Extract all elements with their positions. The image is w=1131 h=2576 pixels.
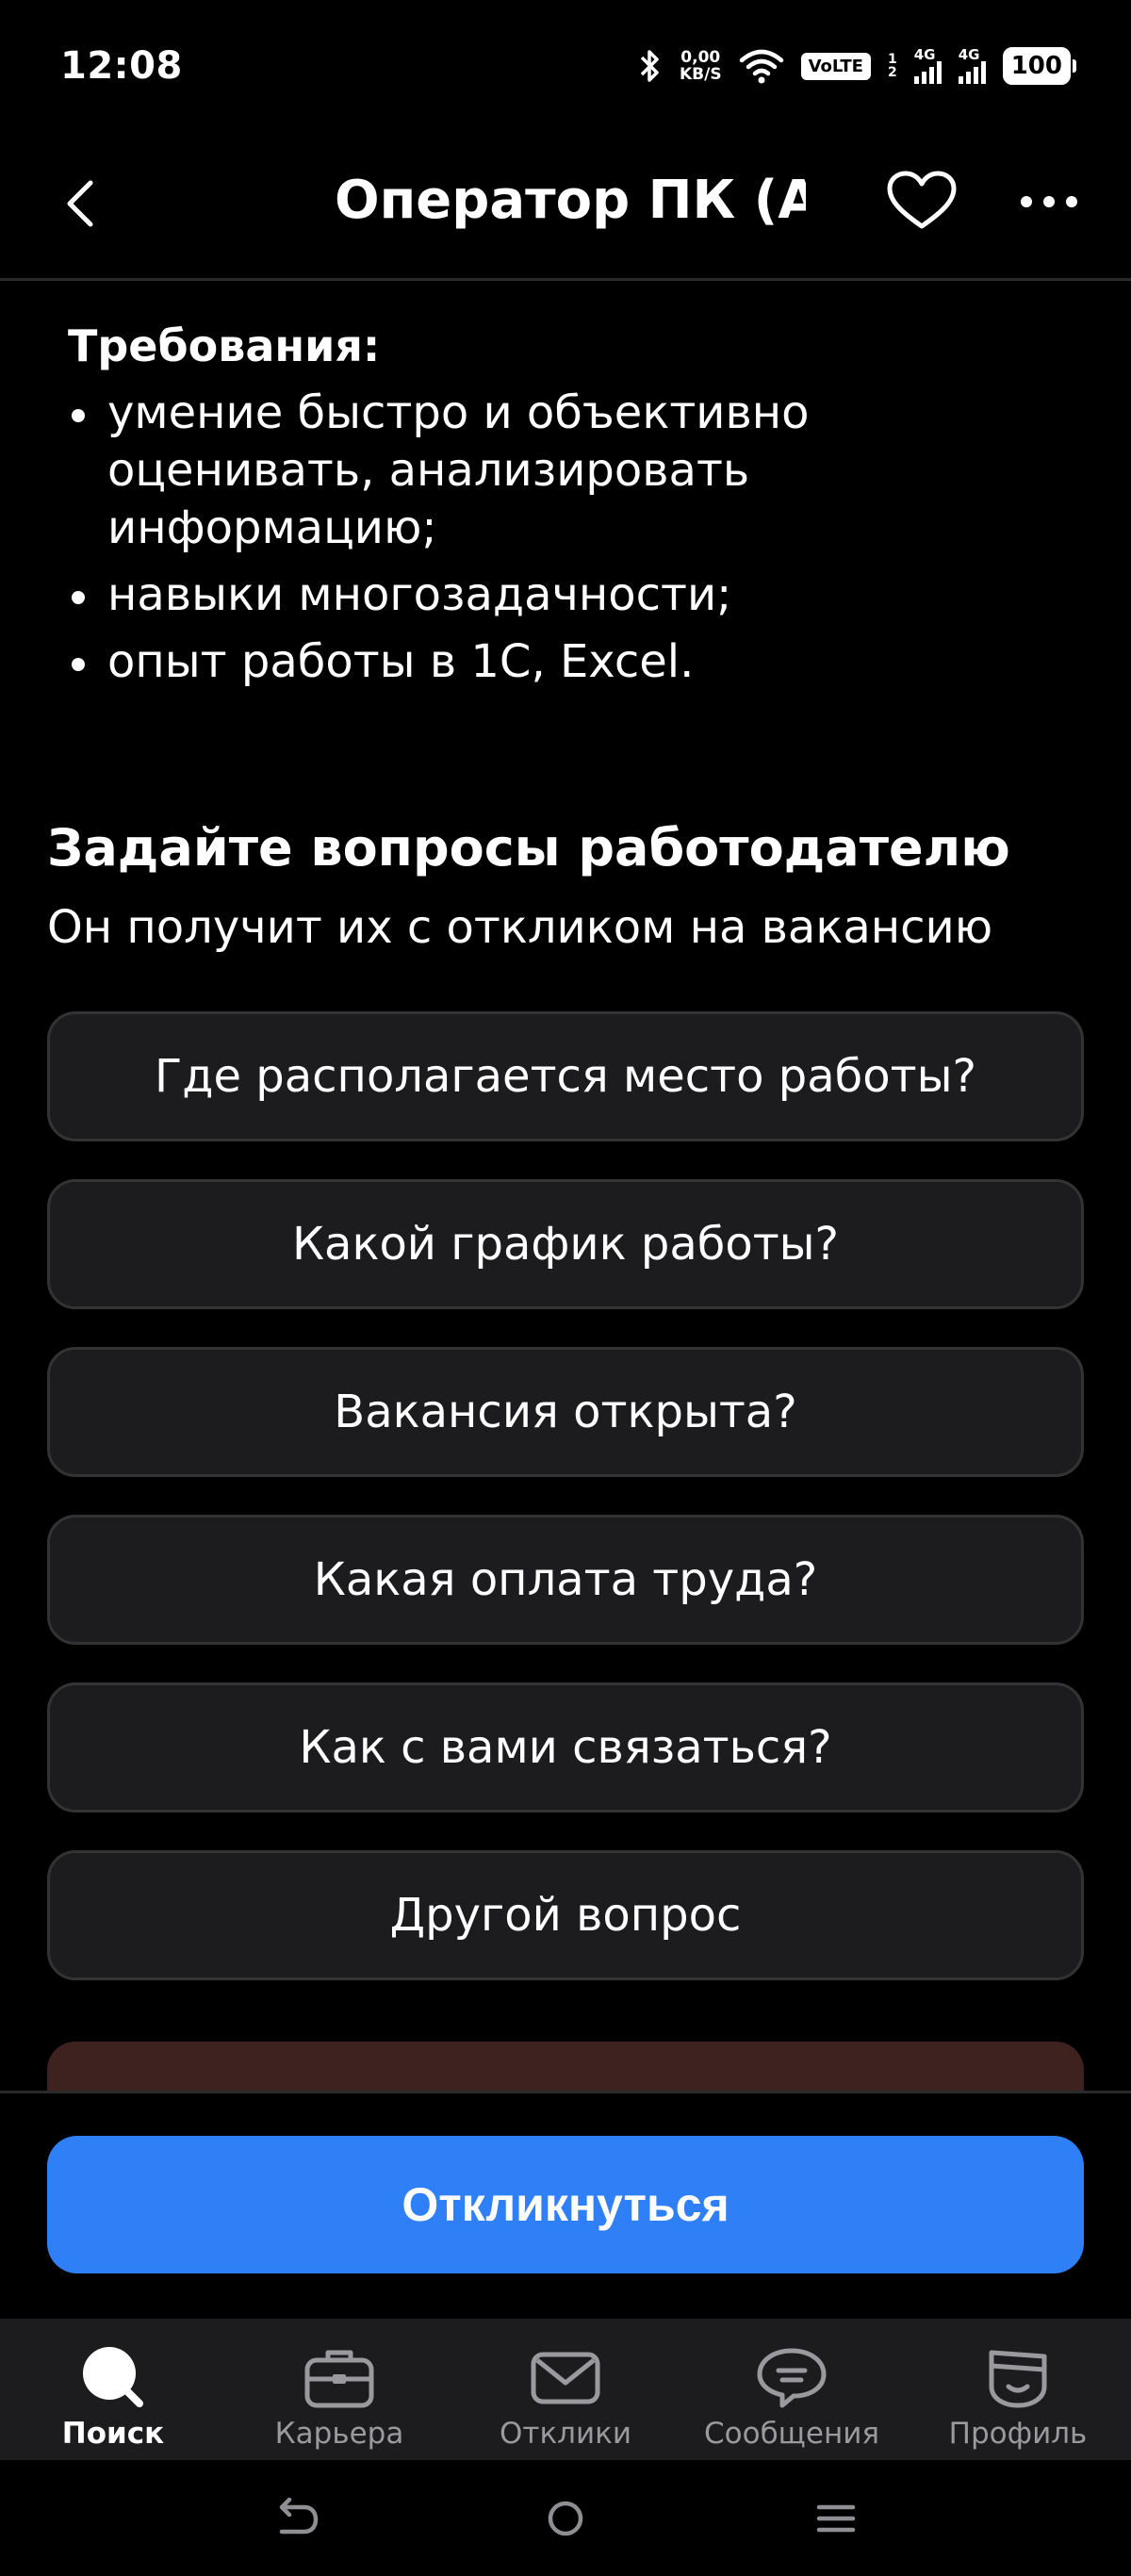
requirement-item: умение быстро и объективно оценивать, ан…: [68, 385, 1067, 557]
chat-bubble-icon: [757, 2348, 827, 2408]
favorite-button[interactable]: [884, 166, 959, 236]
tab-label: Поиск: [61, 2417, 165, 2451]
question-button-other[interactable]: Другой вопрос: [47, 1850, 1084, 1980]
more-dots-icon: [1021, 196, 1077, 207]
question-button-salary[interactable]: Какая оплата труда?: [47, 1515, 1084, 1645]
requirement-item: навыки многозадачности;: [68, 566, 1067, 624]
recents-menu-icon[interactable]: [808, 2490, 864, 2547]
sim1-label: 1: [887, 52, 897, 67]
system-nav-bar: [0, 2460, 1131, 2576]
more-options-button[interactable]: [1016, 166, 1082, 236]
back-gesture-icon[interactable]: [267, 2490, 323, 2547]
tab-search[interactable]: Поиск: [0, 2319, 226, 2460]
status-bar: 12:08 0,00 KB/S VoLTE 1 2 4G 4G 100: [0, 0, 1131, 132]
sim-labels: 1 2: [888, 53, 897, 79]
bottom-tab-bar: Поиск Карьера Отклики Сообщения Профиль: [0, 2319, 1131, 2460]
tab-label: Карьера: [274, 2417, 404, 2451]
tab-label: Отклики: [499, 2417, 631, 2451]
net-speed: 0,00 KB/S: [680, 49, 722, 83]
network-type-1: 4G: [913, 46, 936, 63]
sim2-label: 2: [887, 65, 897, 80]
net-speed-unit: KB/S: [679, 65, 722, 84]
requirements-heading: Требования:: [68, 320, 381, 371]
back-button[interactable]: [53, 170, 109, 236]
status-icons: 0,00 KB/S VoLTE 1 2 4G 4G 100: [638, 46, 1077, 85]
net-speed-value: 0,00: [680, 48, 721, 67]
tab-label: Профиль: [948, 2417, 1088, 2451]
respond-button[interactable]: Откликнуться: [47, 2136, 1084, 2273]
question-button-open[interactable]: Вакансия открыта?: [47, 1347, 1084, 1477]
status-time: 12:08: [60, 44, 183, 88]
signal-icon-sim2: 4G: [958, 46, 986, 84]
profile-icon: [989, 2350, 1047, 2408]
envelope-icon: [531, 2352, 600, 2404]
app-bar: Оператор ПК (А...: [0, 132, 1131, 281]
tab-responses[interactable]: Отклики: [452, 2319, 679, 2460]
question-button-location[interactable]: Где располагается место работы?: [47, 1011, 1084, 1141]
signal-icon-sim1: 4G: [913, 46, 942, 84]
wifi-icon: [739, 49, 783, 84]
partially-visible-card: [47, 2042, 1084, 2091]
bottom-divider: [0, 2091, 1131, 2093]
question-button-schedule[interactable]: Какой график работы?: [47, 1179, 1084, 1309]
heart-icon: [887, 171, 957, 229]
volte-badge: VoLTE: [800, 52, 871, 80]
home-circle-icon[interactable]: [537, 2490, 594, 2547]
tab-career[interactable]: Карьера: [226, 2319, 452, 2460]
tab-label: Сообщения: [703, 2417, 880, 2451]
tab-messages[interactable]: Сообщения: [679, 2319, 905, 2460]
vacancy-content[interactable]: Требования: умение быстро и объективно о…: [0, 281, 1131, 2091]
briefcase-icon: [304, 2350, 374, 2408]
ask-employer-subtitle: Он получит их с откликом на вакансию: [47, 901, 993, 954]
search-icon: [83, 2347, 143, 2407]
requirement-item: опыт работы в 1С, Excel.: [68, 633, 1067, 691]
requirements-list: умение быстро и объективно оценивать, ан…: [68, 385, 1067, 700]
ask-employer-title: Задайте вопросы работодателю: [47, 818, 1010, 878]
page-title: Оператор ПК (А...: [335, 170, 806, 231]
bluetooth-icon: [640, 50, 659, 82]
battery-icon: 100: [1002, 47, 1077, 85]
question-button-contact[interactable]: Как с вами связаться?: [47, 1682, 1084, 1813]
network-type-2: 4G: [958, 46, 980, 63]
chevron-left-icon: [67, 180, 93, 227]
tab-profile[interactable]: Профиль: [905, 2319, 1131, 2460]
